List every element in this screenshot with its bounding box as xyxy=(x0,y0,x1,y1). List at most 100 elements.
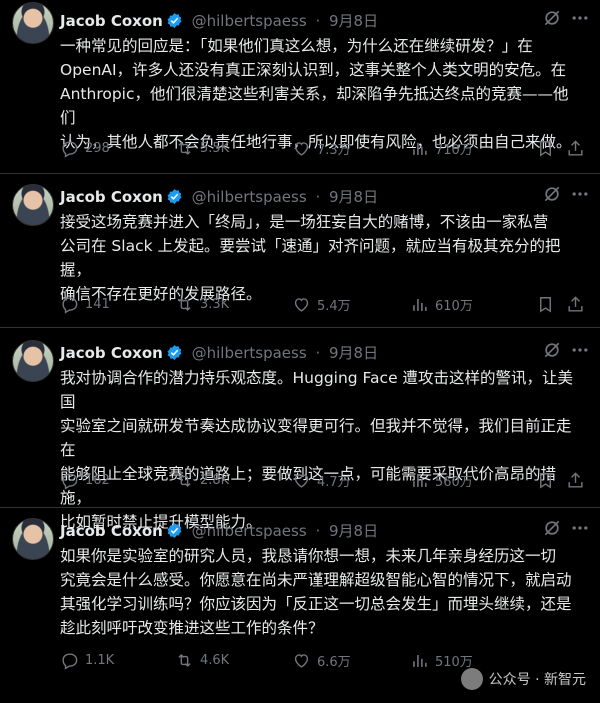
heart-icon xyxy=(294,141,309,156)
heart-icon xyxy=(294,653,309,668)
avatar[interactable] xyxy=(12,518,54,560)
more-options-icon[interactable] xyxy=(570,184,590,208)
tweet-header: Jacob Coxon @hilbertspaess · 9月8日 xyxy=(60,342,378,362)
views-count: 510万 xyxy=(435,654,473,670)
more-options-icon[interactable] xyxy=(570,340,590,364)
divider xyxy=(0,507,600,508)
tweet-1[interactable]: Jacob Coxon @hilbertspaess · 9月8日 一种常见的回… xyxy=(0,0,600,172)
wechat-logo-icon xyxy=(460,668,483,690)
views-count: 610万 xyxy=(435,298,473,314)
author-handle[interactable]: @hilbertspaess xyxy=(192,12,307,30)
share-icon[interactable] xyxy=(566,468,585,492)
like-button[interactable]: 7.3万 xyxy=(292,136,351,160)
views-icon xyxy=(413,142,427,155)
views-count: 560万 xyxy=(435,474,473,490)
views-icon xyxy=(413,298,427,311)
tweet-header: Jacob Coxon @hilbertspaess · 9月8日 xyxy=(60,186,378,206)
tweet-date[interactable]: 9月8日 xyxy=(329,522,378,540)
retweet-count: 3.3K xyxy=(200,296,230,312)
separator: · xyxy=(315,12,321,30)
reply-icon xyxy=(62,296,78,314)
action-bar: 298 5.5K 7.3万 710万 xyxy=(60,136,590,160)
author-name[interactable]: Jacob Coxon xyxy=(60,188,163,206)
reply-button[interactable]: 162 xyxy=(60,468,110,492)
bookmark-icon[interactable] xyxy=(536,292,555,316)
tweet-date[interactable]: 9月8日 xyxy=(329,188,378,206)
avatar[interactable] xyxy=(12,184,54,226)
author-handle[interactable]: @hilbertspaess xyxy=(192,188,307,206)
grok-icon[interactable] xyxy=(542,340,562,364)
reply-icon xyxy=(62,140,78,158)
separator: · xyxy=(315,188,321,206)
separator: · xyxy=(315,522,321,540)
more-options-icon[interactable] xyxy=(570,8,590,32)
author-handle[interactable]: @hilbertspaess xyxy=(192,344,307,362)
watermark: 公众号 · 新智元 xyxy=(460,668,586,690)
tweet-text: 如果你是实验室的研究人员，我恳请你想一想，未来几年亲身经历这一切 究竟会是什么感… xyxy=(60,547,572,637)
retweet-button[interactable]: 5.5K xyxy=(175,136,229,160)
views-count: 710万 xyxy=(435,142,473,158)
avatar[interactable] xyxy=(12,340,54,382)
tweet-text: 我对协调合作的潜力持乐观态度。Hugging Face 遭攻击这样的警讯，让美国… xyxy=(60,369,574,531)
action-bar: 141 3.3K 5.4万 610万 xyxy=(60,292,590,316)
grok-icon[interactable] xyxy=(542,518,562,542)
retweet-button[interactable]: 3.3K xyxy=(175,292,229,316)
verified-badge-icon xyxy=(166,188,183,209)
tweet-header: Jacob Coxon @hilbertspaess · 9月8日 xyxy=(60,520,378,540)
bookmark-icon[interactable] xyxy=(536,136,555,160)
action-bar: 162 2.8K 4.7万 560万 xyxy=(60,468,590,492)
bookmark-icon[interactable] xyxy=(536,468,555,492)
author-name[interactable]: Jacob Coxon xyxy=(60,522,163,540)
like-button[interactable]: 6.6万 xyxy=(292,648,351,672)
heart-icon xyxy=(294,297,309,312)
views-icon xyxy=(413,474,427,487)
author-name[interactable]: Jacob Coxon xyxy=(60,12,163,30)
views-button[interactable]: 560万 xyxy=(410,468,473,492)
reply-button[interactable]: 298 xyxy=(60,136,110,160)
tweet-2[interactable]: Jacob Coxon @hilbertspaess · 9月8日 接受这场竞赛… xyxy=(0,176,600,326)
grok-icon[interactable] xyxy=(542,184,562,208)
avatar[interactable] xyxy=(12,2,54,44)
share-icon[interactable] xyxy=(566,292,585,316)
retweet-count: 5.5K xyxy=(200,140,230,156)
reply-icon xyxy=(62,472,78,490)
separator: · xyxy=(315,344,321,362)
retweet-icon xyxy=(178,297,191,311)
reply-count: 141 xyxy=(85,296,110,312)
verified-badge-icon xyxy=(166,344,183,365)
like-button[interactable]: 5.4万 xyxy=(292,292,351,316)
views-button[interactable]: 610万 xyxy=(410,292,473,316)
like-button[interactable]: 4.7万 xyxy=(292,468,351,492)
retweet-button[interactable]: 4.6K xyxy=(175,648,229,672)
divider xyxy=(0,327,600,328)
share-icon[interactable] xyxy=(566,136,585,160)
views-button[interactable]: 710万 xyxy=(410,136,473,160)
tweet-date[interactable]: 9月8日 xyxy=(329,344,378,362)
retweet-count: 4.6K xyxy=(200,652,230,668)
divider xyxy=(0,173,600,174)
verified-badge-icon xyxy=(166,12,183,33)
reply-count: 162 xyxy=(85,472,110,488)
like-count: 5.4万 xyxy=(317,298,351,314)
views-icon xyxy=(413,654,427,667)
tweet-date[interactable]: 9月8日 xyxy=(329,12,378,30)
more-options-icon[interactable] xyxy=(570,518,590,542)
retweet-button[interactable]: 2.8K xyxy=(175,468,229,492)
like-count: 6.6万 xyxy=(317,654,351,670)
like-count: 4.7万 xyxy=(317,474,351,490)
author-handle[interactable]: @hilbertspaess xyxy=(192,522,307,540)
verified-badge-icon xyxy=(166,522,183,543)
retweet-count: 2.8K xyxy=(200,472,230,488)
retweet-icon xyxy=(178,653,191,667)
tweet-3[interactable]: Jacob Coxon @hilbertspaess · 9月8日 我对协调合作… xyxy=(0,332,600,531)
reply-button[interactable]: 141 xyxy=(60,292,110,316)
like-count: 7.3万 xyxy=(317,142,351,158)
retweet-icon xyxy=(178,473,191,487)
watermark-text: 公众号 · 新智元 xyxy=(488,672,586,688)
heart-icon xyxy=(294,473,309,488)
reply-icon xyxy=(62,652,78,670)
reply-button[interactable]: 1.1K xyxy=(60,648,114,672)
author-name[interactable]: Jacob Coxon xyxy=(60,344,163,362)
reply-count: 1.1K xyxy=(85,652,115,668)
grok-icon[interactable] xyxy=(542,8,562,32)
